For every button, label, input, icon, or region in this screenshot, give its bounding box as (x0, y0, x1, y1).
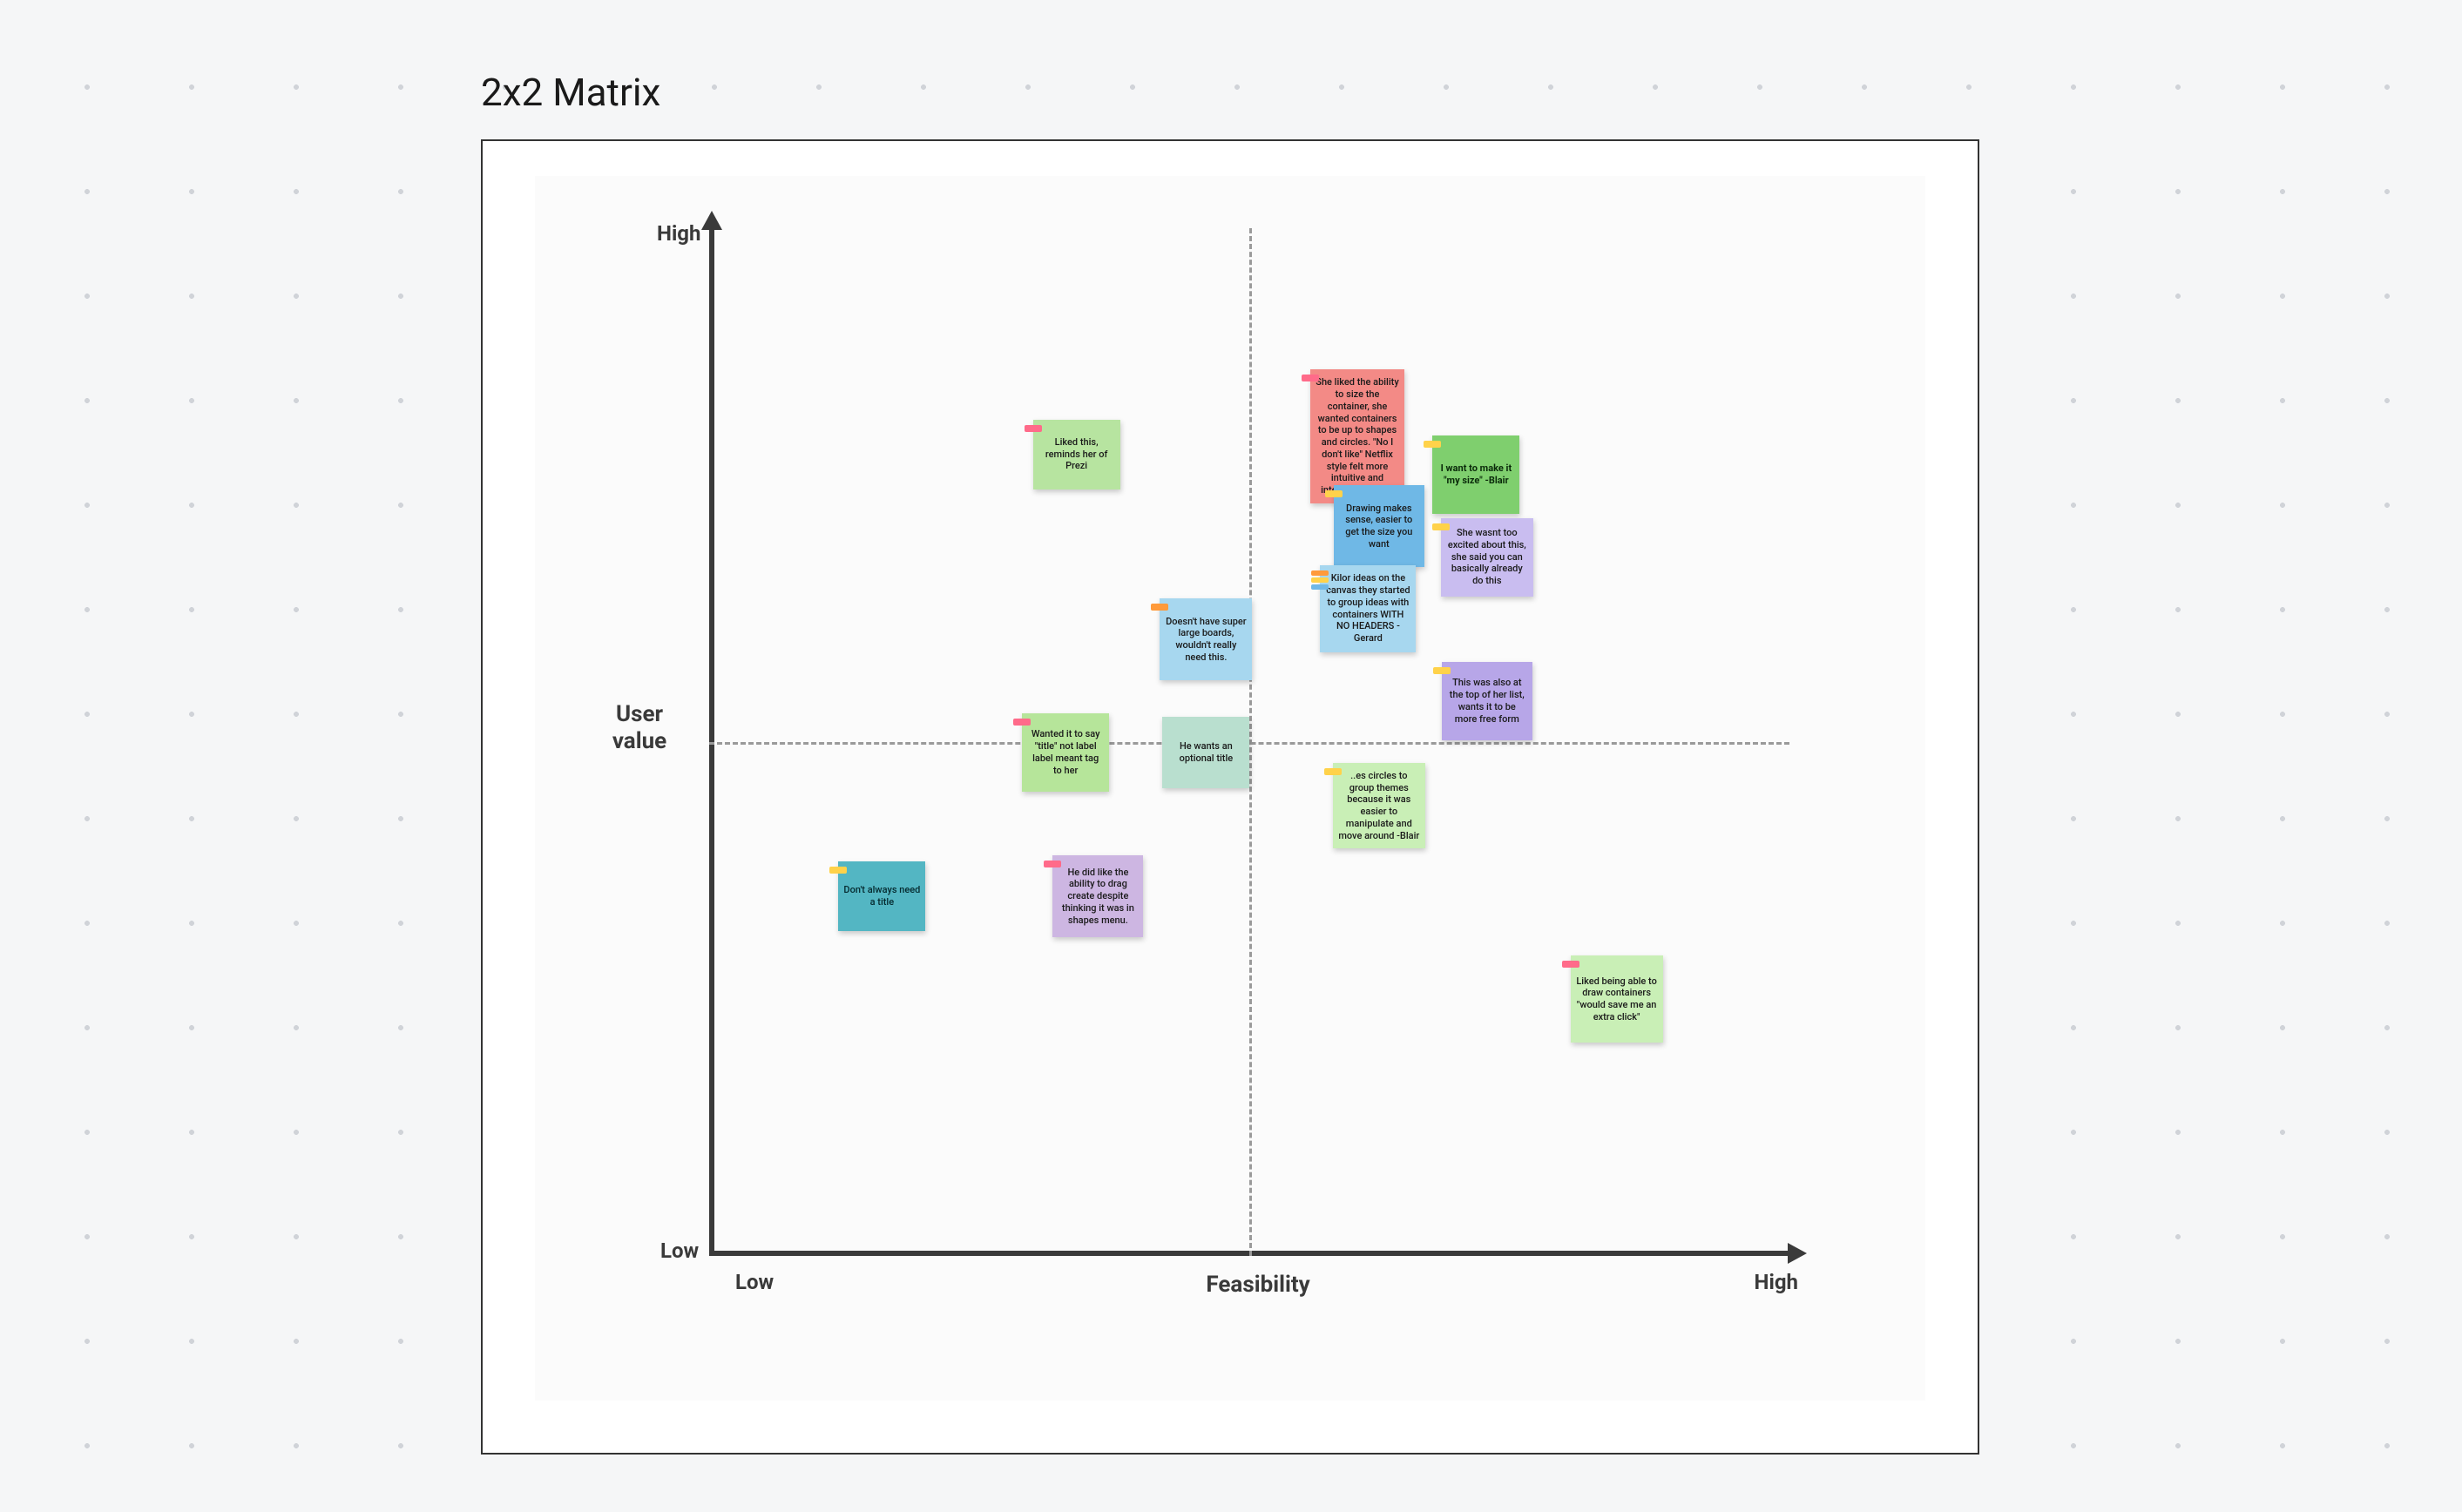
sticky-tag-icon (829, 867, 847, 874)
sticky-text: Wanted it to say "title" not label label… (1027, 728, 1104, 776)
matrix-frame[interactable]: High Low Low High User value Feasibility… (481, 139, 1979, 1455)
sticky-top-of-list[interactable]: This was also at the top of her list, wa… (1442, 662, 1532, 740)
sticky-wasnt-excited[interactable]: She wasnt too excited about this, she sa… (1441, 518, 1533, 597)
sticky-tag-icon (1433, 667, 1451, 674)
sticky-text: Drawing makes sense, easier to get the s… (1339, 503, 1419, 550)
sticky-tag-icon (1432, 523, 1450, 530)
x-axis-title: Feasibility (1206, 1272, 1309, 1298)
sticky-tag-icon (1151, 604, 1168, 611)
sticky-text: Doesn't have super large boards, wouldn'… (1165, 616, 1247, 664)
sticky-dont-title[interactable]: Don't always need a title (838, 861, 925, 931)
sticky-tag-icon (1044, 861, 1061, 867)
sticky-liked-ability[interactable]: She liked the ability to size the contai… (1310, 369, 1404, 503)
sticky-tag-icon (1424, 441, 1441, 448)
sticky-text: Kilor ideas on the canvas they started t… (1325, 572, 1410, 645)
sticky-tag-icon (1311, 570, 1329, 590)
sticky-tag-icon (1013, 719, 1031, 726)
sticky-tag-icon (1562, 961, 1579, 968)
matrix-inner: High Low Low High User value Feasibility… (535, 176, 1925, 1401)
sticky-text: ..es circles to group themes because it … (1338, 770, 1420, 842)
sticky-optional[interactable]: He wants an optional title (1162, 717, 1249, 788)
y-axis-arrow-icon (701, 211, 722, 230)
sticky-doesnt-have[interactable]: Doesn't have super large boards, wouldn'… (1160, 598, 1252, 680)
sticky-text: He wants an optional title (1167, 740, 1244, 765)
y-axis-high-label: High (657, 221, 700, 246)
sticky-text: He did like the ability to drag create d… (1058, 867, 1138, 927)
sticky-text: Liked this, reminds her of Prezi (1038, 436, 1115, 472)
sticky-prezi[interactable]: Liked this, reminds her of Prezi (1033, 420, 1120, 489)
sticky-text: She wasnt too excited about this, she sa… (1446, 527, 1528, 587)
x-axis-arrow-icon (1788, 1243, 1807, 1264)
sticky-text: I want to make it "my size" -Blair (1437, 462, 1514, 487)
x-axis-low-label: Low (735, 1270, 774, 1294)
sticky-tag-icon (1324, 768, 1342, 775)
sticky-drawing[interactable]: Drawing makes sense, easier to get the s… (1334, 485, 1424, 567)
sticky-kilo-ideas[interactable]: Kilor ideas on the canvas they started t… (1320, 565, 1416, 652)
sticky-drag-create[interactable]: He did like the ability to drag create d… (1052, 855, 1143, 937)
sticky-circles-group[interactable]: ..es circles to group themes because it … (1333, 763, 1425, 849)
sticky-tag-icon (1325, 490, 1343, 497)
sticky-tag-icon (1025, 425, 1042, 432)
sticky-tag-icon (1302, 375, 1319, 381)
sticky-text: Don't always need a title (843, 884, 920, 908)
sticky-my-size[interactable]: I want to make it "my size" -Blair (1432, 435, 1519, 514)
y-axis-low-label: Low (660, 1239, 699, 1263)
sticky-text: Liked being able to draw containers "wou… (1576, 975, 1658, 1023)
sticky-text: This was also at the top of her list, wa… (1447, 677, 1527, 725)
x-axis-high-label: High (1755, 1270, 1798, 1294)
sticky-wanted-title[interactable]: Wanted it to say "title" not label label… (1022, 713, 1109, 792)
y-axis-title: User value (587, 701, 692, 755)
sticky-text: She liked the ability to size the contai… (1316, 376, 1399, 496)
matrix-plot: High Low Low High User value Feasibility… (709, 228, 1789, 1256)
frame-title: 2x2 Matrix (481, 70, 660, 115)
sticky-liked-draw[interactable]: Liked being able to draw containers "wou… (1571, 955, 1663, 1043)
